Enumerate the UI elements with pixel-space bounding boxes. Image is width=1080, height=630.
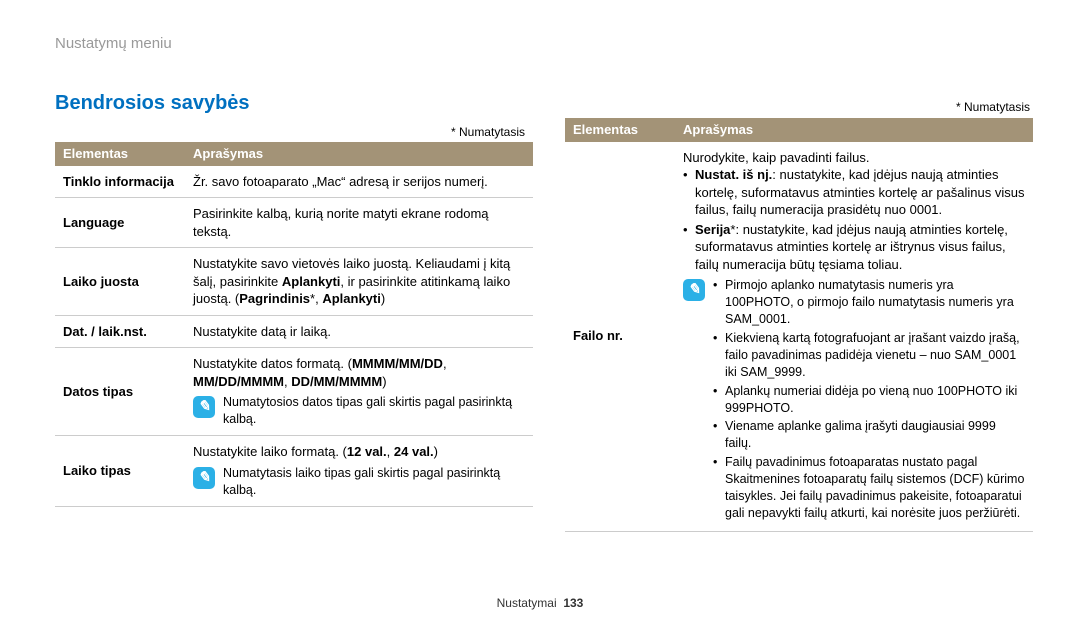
footer-label: Nustatymai: [497, 596, 557, 610]
note-text: Numatytasis laiko tipas gali skirtis pag…: [223, 465, 525, 499]
row-element: Laiko tipas: [55, 436, 185, 506]
right-table: Elementas Aprašymas Failo nr. Nurodykite…: [565, 118, 1033, 532]
row-element: Laiko juosta: [55, 248, 185, 316]
default-note-right: * Numatytasis: [956, 100, 1030, 114]
left-table: Elementas Aprašymas Tinklo informacija Ž…: [55, 142, 533, 507]
row-element: Dat. / laik.nst.: [55, 315, 185, 348]
note-bullets: Pirmojo aplanko numatytasis numeris yra …: [713, 277, 1025, 521]
note-text: Numatytosios datos tipas gali skirtis pa…: [223, 394, 525, 428]
breadcrumb-title: Nustatymų meniu: [55, 35, 172, 52]
row-description: Nustatykite laiko formatą. (12 val., 24 …: [185, 436, 533, 506]
table-header-row: Elementas Aprašymas: [565, 118, 1033, 142]
row-description: Nustatykite savo vietovės laiko juostą. …: [185, 248, 533, 316]
section-heading: Bendrosios savybės: [55, 92, 250, 115]
row-element: Language: [55, 198, 185, 248]
row-element: Tinklo informacija: [55, 166, 185, 198]
header-element: Elementas: [55, 142, 185, 166]
row-element: Failo nr.: [565, 142, 675, 532]
page-footer: Nustatymai 133: [0, 596, 1080, 610]
note-icon: ✎: [683, 279, 705, 301]
row-description: Nustatykite datą ir laiką.: [185, 315, 533, 348]
note-box: ✎ Pirmojo aplanko numatytasis numeris yr…: [683, 277, 1025, 523]
row-description: Pasirinkite kalbą, kurią norite matyti e…: [185, 198, 533, 248]
note-text: Pirmojo aplanko numatytasis numeris yra …: [713, 277, 1025, 523]
table-row: Tinklo informacija Žr. savo fotoaparato …: [55, 166, 533, 198]
row-element: Datos tipas: [55, 348, 185, 436]
page-number: 133: [563, 596, 583, 610]
note-icon: ✎: [193, 467, 215, 489]
intro-text: Nurodykite, kaip pavadinti failus.: [683, 149, 1025, 167]
table-row: Language Pasirinkite kalbą, kurią norite…: [55, 198, 533, 248]
header-description: Aprašymas: [185, 142, 533, 166]
row-description: Žr. savo fotoaparato „Mac“ adresą ir ser…: [185, 166, 533, 198]
main-bullets: Nustat. iš nj.: nustatykite, kad įdėjus …: [683, 166, 1025, 273]
table-row: Laiko juosta Nustatykite savo vietovės l…: [55, 248, 533, 316]
table-row: Failo nr. Nurodykite, kaip pavadinti fai…: [565, 142, 1033, 532]
header-description: Aprašymas: [675, 118, 1033, 142]
row-description: Nustatykite datos formatą. (MMMM/MM/DD, …: [185, 348, 533, 436]
table-header-row: Elementas Aprašymas: [55, 142, 533, 166]
row-description: Nurodykite, kaip pavadinti failus. Nusta…: [675, 142, 1033, 532]
table-row: Datos tipas Nustatykite datos formatą. (…: [55, 348, 533, 436]
table-row: Dat. / laik.nst. Nustatykite datą ir lai…: [55, 315, 533, 348]
note-box: ✎ Numatytasis laiko tipas gali skirtis p…: [193, 465, 525, 499]
default-note-left: * Numatytasis: [451, 125, 525, 139]
header-element: Elementas: [565, 118, 675, 142]
note-box: ✎ Numatytosios datos tipas gali skirtis …: [193, 394, 525, 428]
note-icon: ✎: [193, 396, 215, 418]
table-row: Laiko tipas Nustatykite laiko formatą. (…: [55, 436, 533, 506]
